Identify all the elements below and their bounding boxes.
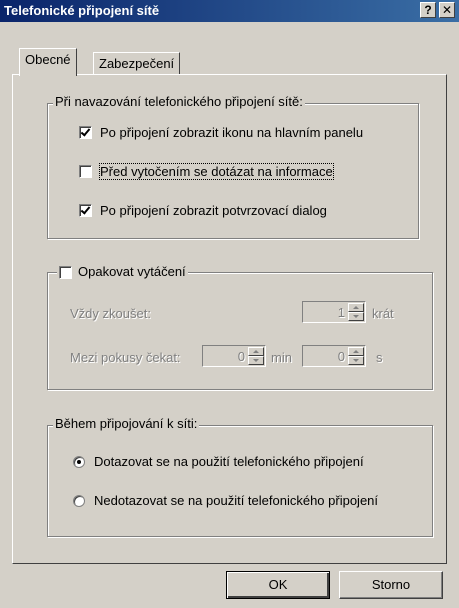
tab-panel-general: Při navazování telefonického připojení s… — [12, 74, 447, 564]
prompt-info-checkbox[interactable] — [79, 165, 92, 178]
always-try-value: 1 — [337, 305, 345, 320]
title-bar: Telefonické připojení sítě ? ✕ — [0, 0, 459, 22]
always-try-spinner[interactable]: 1 — [302, 301, 366, 323]
show-icon-checkbox[interactable] — [79, 126, 92, 139]
group-redial — [47, 272, 433, 390]
help-button[interactable]: ? — [420, 2, 436, 18]
ask-connection-label: Dotazovat se na použití telefonického př… — [94, 454, 364, 469]
wait-sec-spinner[interactable]: 0 — [302, 345, 366, 367]
spin-up-icon[interactable] — [348, 303, 364, 312]
show-icon-label: Po připojení zobrazit ikonu na hlavním p… — [100, 125, 364, 140]
confirm-dialog-label: Po připojení zobrazit potvrzovací dialog — [100, 203, 327, 218]
tab-general[interactable]: Obecné — [19, 48, 77, 76]
window-title: Telefonické připojení sítě — [4, 3, 160, 18]
spin-up-icon[interactable] — [348, 347, 364, 356]
group-during-legend: Během připojování k síti: — [53, 416, 200, 432]
no-ask-connection-label: Nedotazovat se na použití telefonického … — [94, 493, 379, 508]
option-prompt-info[interactable]: Před vytočením se dotázat na informace — [79, 163, 334, 180]
wait-min-arrows[interactable] — [248, 347, 264, 365]
wait-min-spinner[interactable]: 0 — [202, 345, 266, 367]
ok-button[interactable]: OK — [226, 571, 330, 599]
redial-label: Opakovat vytáčení — [78, 264, 186, 279]
prompt-info-label: Před vytočením se dotázat na informace — [99, 163, 334, 180]
wait-label: Mezi pokusy čekat: — [70, 350, 181, 365]
option-no-ask-connection[interactable]: Nedotazovat se na použití telefonického … — [73, 493, 378, 508]
wait-min-unit: min — [271, 350, 292, 365]
spin-down-icon[interactable] — [348, 356, 364, 365]
option-ask-connection[interactable]: Dotazovat se na použití telefonického př… — [73, 454, 364, 469]
option-confirm-dialog[interactable]: Po připojení zobrazit potvrzovací dialog — [79, 203, 327, 218]
spin-down-icon[interactable] — [248, 356, 264, 365]
spin-down-icon[interactable] — [348, 312, 364, 321]
group-connect-legend: Při navazování telefonického připojení s… — [53, 94, 305, 110]
spin-up-icon[interactable] — [248, 347, 264, 356]
option-show-icon[interactable]: Po připojení zobrazit ikonu na hlavním p… — [79, 125, 363, 140]
tab-security[interactable]: Zabezpečení — [93, 52, 181, 76]
redial-toggle[interactable]: Opakovat vytáčení — [57, 264, 188, 280]
always-try-label: Vždy zkoušet: — [70, 306, 151, 321]
wait-sec-value: 0 — [337, 349, 345, 364]
no-ask-connection-radio[interactable] — [73, 494, 85, 507]
group-during — [47, 425, 433, 537]
close-button[interactable]: ✕ — [439, 2, 455, 18]
wait-sec-unit: s — [376, 350, 383, 365]
wait-min-value: 0 — [237, 349, 245, 364]
always-try-arrows[interactable] — [348, 303, 364, 321]
confirm-dialog-checkbox[interactable] — [79, 204, 92, 217]
always-try-unit: krát — [372, 306, 394, 321]
redial-checkbox[interactable] — [59, 265, 72, 279]
ask-connection-radio[interactable] — [73, 455, 85, 468]
wait-sec-arrows[interactable] — [348, 347, 364, 365]
cancel-button[interactable]: Storno — [339, 571, 443, 599]
